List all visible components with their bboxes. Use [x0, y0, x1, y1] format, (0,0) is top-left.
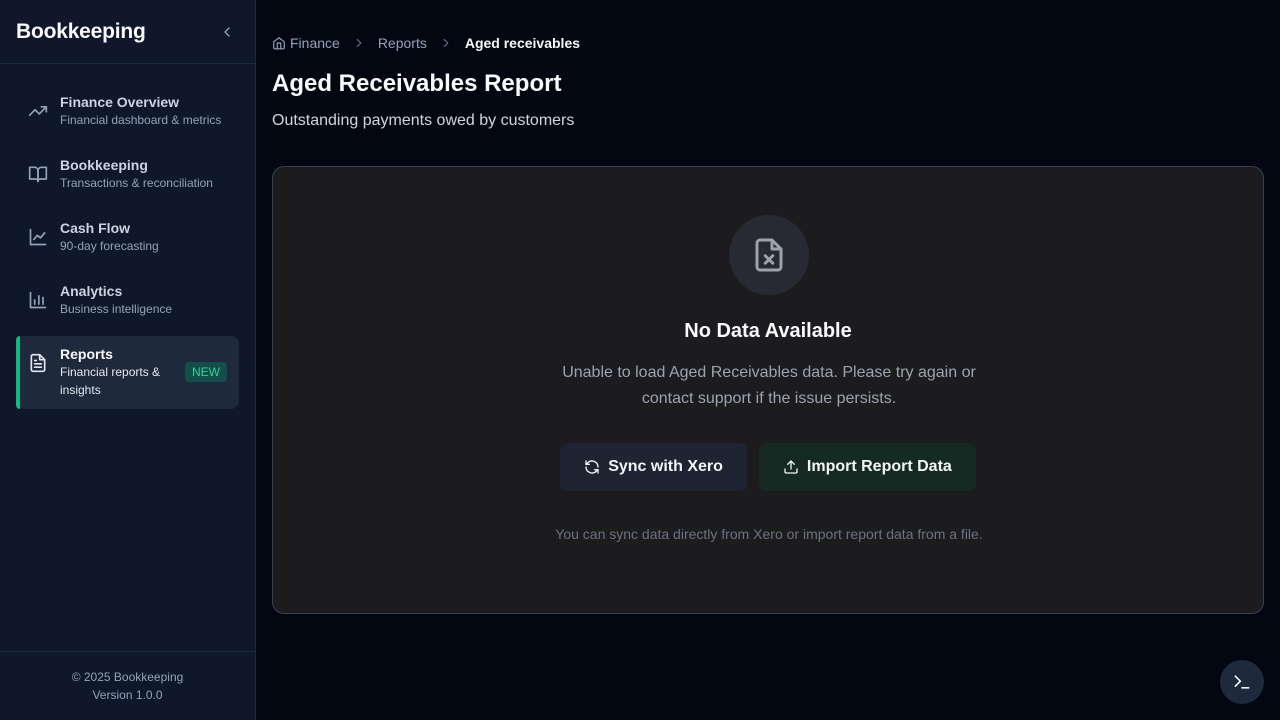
terminal-button[interactable] — [1220, 660, 1264, 704]
sidebar-item-subtitle: Transactions & reconciliation — [60, 176, 213, 190]
sync-with-xero-button[interactable]: Sync with Xero — [560, 443, 747, 491]
sidebar-item-title: Finance Overview — [60, 94, 180, 110]
brand-title: Bookkeeping — [16, 19, 146, 43]
chevron-left-icon — [224, 26, 230, 37]
trending-up-icon — [28, 106, 48, 116]
home-icon — [273, 37, 285, 50]
import-button-label: Import Report Data — [806, 458, 952, 475]
file-text-icon — [30, 353, 46, 373]
page-title: Aged Receivables Report — [272, 70, 562, 97]
main-content: Finance Reports Aged receivables Aged Re… — [272, 0, 1264, 720]
refresh-icon — [585, 460, 599, 474]
sidebar-nav: Finance Overview Financial dashboard & m… — [0, 64, 255, 651]
empty-state-card: No Data Available Unable to load Aged Re… — [272, 166, 1264, 614]
empty-state-description: Unable to load Aged Receivables data. Pl… — [562, 364, 976, 407]
sidebar-item-subtitle: Business intelligence — [60, 302, 173, 316]
sidebar-item-title: Cash Flow — [60, 220, 131, 236]
empty-state-actions: Sync with Xero Import Report Data — [273, 443, 1263, 491]
chevron-right-icon — [356, 38, 362, 48]
import-report-data-button[interactable]: Import Report Data — [758, 443, 976, 491]
chevron-right-icon — [443, 38, 449, 48]
file-x-icon — [755, 238, 783, 272]
sidebar-item-subtitle: Financial dashboard & metrics — [60, 113, 222, 127]
sidebar: Bookkeeping Finance Overview Financial d… — [0, 0, 256, 720]
page-subtitle: Outstanding payments owed by customers — [272, 112, 575, 129]
copyright-text: © 2025 Bookkeeping — [71, 670, 184, 684]
sidebar-item-bookkeeping[interactable]: Bookkeeping Transactions & reconciliatio… — [16, 147, 239, 202]
breadcrumb: Finance Reports Aged receivables — [272, 33, 580, 53]
new-badge: NEW — [185, 362, 227, 382]
sidebar-item-title: Bookkeeping — [60, 157, 148, 173]
sidebar-item-analytics[interactable]: Analytics Business intelligence — [16, 273, 239, 328]
upload-icon — [784, 460, 798, 474]
empty-state-title: No Data Available — [684, 320, 852, 342]
bar-chart-icon — [29, 291, 47, 309]
book-open-icon — [28, 166, 48, 183]
version-text: Version 1.0.0 — [92, 688, 163, 702]
empty-state-icon-container — [729, 215, 809, 295]
collapse-sidebar-button[interactable] — [215, 20, 239, 44]
sidebar-item-title: Reports — [60, 346, 113, 362]
sidebar-item-subtitle: Financial reports & insights — [60, 365, 161, 397]
breadcrumb-finance-label: Finance — [290, 35, 340, 51]
sidebar-item-subtitle: 90-day forecasting — [60, 239, 159, 253]
sidebar-item-reports[interactable]: Reports Financial reports & insights NEW — [16, 336, 239, 409]
sync-button-label: Sync with Xero — [608, 458, 723, 475]
breadcrumb-current: Aged receivables — [464, 35, 581, 51]
empty-state-hint: You can sync data directly from Xero or … — [555, 526, 983, 542]
breadcrumb-reports[interactable]: Reports — [378, 35, 427, 51]
terminal-icon — [1234, 675, 1250, 689]
sidebar-footer: © 2025 Bookkeeping Version 1.0.0 — [0, 651, 255, 720]
line-chart-icon — [29, 228, 47, 246]
sidebar-item-cash-flow[interactable]: Cash Flow 90-day forecasting — [16, 210, 239, 265]
sidebar-header: Bookkeeping — [0, 0, 255, 64]
sidebar-item-finance-overview[interactable]: Finance Overview Financial dashboard & m… — [16, 84, 239, 139]
breadcrumb-finance[interactable]: Finance — [272, 35, 340, 51]
sidebar-item-title: Analytics — [60, 283, 123, 299]
